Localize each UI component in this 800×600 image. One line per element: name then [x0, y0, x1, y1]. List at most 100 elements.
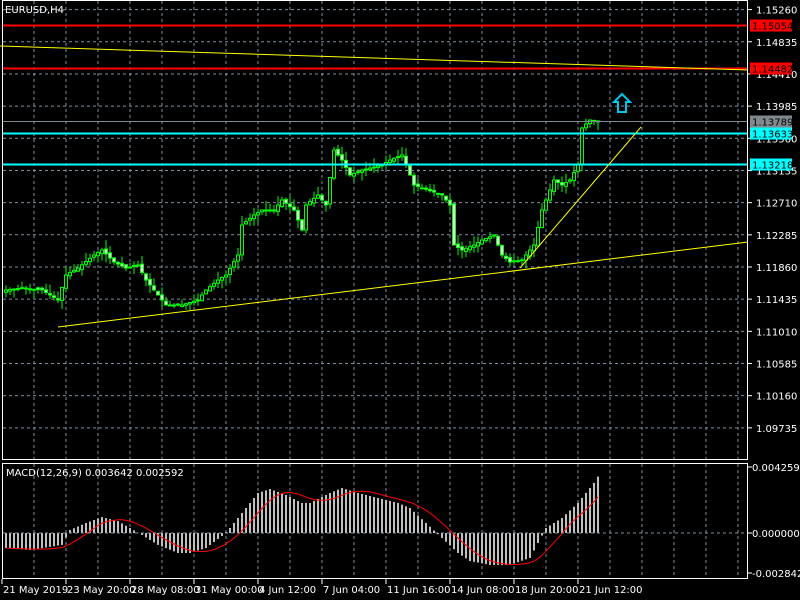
candle-body [144, 273, 148, 281]
candle-body [184, 303, 188, 306]
candle-body [76, 267, 80, 272]
candle-body [388, 159, 392, 163]
candle-body [152, 285, 156, 291]
candle-body [180, 304, 184, 307]
candle-body [512, 260, 516, 263]
candle-body [72, 269, 76, 273]
candle-body [172, 304, 176, 307]
time-tick-label: 28 May 08:00 [131, 585, 200, 596]
candle-body [68, 272, 72, 277]
candle-body [36, 287, 40, 291]
level-tag-label: 1.15054 [752, 22, 793, 33]
price-tick-label: 1.13985 [756, 102, 797, 113]
candle-body [464, 247, 468, 252]
grid [3, 1, 747, 578]
candle-body [224, 274, 228, 278]
candle-body [296, 209, 300, 221]
candle-body [192, 300, 196, 304]
candle-body [448, 199, 452, 206]
candle-body [420, 187, 424, 190]
candle-body [176, 303, 180, 306]
price-tick-label: 1.15260 [756, 6, 797, 17]
time-tick-label: 21 Jun 12:00 [579, 585, 643, 596]
candle-body [540, 209, 544, 229]
candle-body [112, 257, 116, 263]
time-tick-label: 23 May 20:00 [67, 585, 136, 596]
candle-body [28, 288, 32, 291]
macd-axis: 0.004259 0.000000 -0.002842 [748, 463, 800, 580]
candle-body [576, 164, 580, 172]
candle-body [80, 264, 84, 270]
candle-body [468, 246, 472, 251]
candle-body [584, 123, 588, 129]
time-tick-label: 14 Jun 08:00 [451, 585, 515, 596]
candle-body [116, 261, 120, 265]
candle-body [564, 181, 568, 187]
time-tick-label: 7 Jun 04:00 [323, 585, 380, 596]
candle-body [216, 279, 220, 284]
candle-body [508, 257, 512, 263]
level-tag-label: 1.13633 [752, 130, 793, 141]
candle-body [124, 264, 128, 269]
candle-body [220, 277, 224, 281]
candle-body [272, 209, 276, 212]
candle-body [364, 168, 368, 171]
candle-body [544, 199, 548, 211]
symbol-title: EURUSD,H4 [5, 5, 64, 16]
price-tick-label: 1.12710 [756, 199, 797, 210]
candle-body [276, 204, 280, 212]
candle-body [92, 254, 96, 258]
candle-body [504, 255, 508, 260]
candle-body [128, 266, 132, 269]
candle-body [568, 179, 572, 182]
candle-body [520, 259, 524, 262]
candle-body [536, 227, 540, 247]
candle-body [316, 194, 320, 199]
price-tick-label: 1.11860 [756, 263, 797, 274]
candle-body [196, 299, 200, 302]
candle-body [280, 199, 284, 207]
candle-body [60, 286, 64, 301]
time-tick-label: 31 May 00:00 [195, 585, 264, 596]
candle-body [268, 209, 272, 212]
candle-body [460, 246, 464, 251]
candle-body [432, 189, 436, 193]
candle-body [424, 187, 428, 190]
up-arrow-icon[interactable] [611, 92, 633, 113]
price-tick-label: 1.12285 [756, 231, 797, 242]
candle-body [16, 288, 20, 291]
candle-body [232, 261, 236, 268]
trendline-upper[interactable] [0, 45, 749, 71]
candle-body [96, 252, 100, 257]
candle-body [484, 237, 488, 242]
candle-body [560, 182, 564, 186]
price-chart[interactable]: 1.152601.148351.144101.139851.135601.131… [0, 0, 800, 600]
macd-label: MACD(12,26,9) 0.003642 0.002592 [6, 468, 184, 479]
candle-body [228, 267, 232, 275]
macd-tick-label: 0.000000 [752, 529, 800, 540]
candle-body [452, 203, 456, 246]
candle-body [44, 289, 48, 293]
candle-body [476, 242, 480, 247]
candle-body [400, 154, 404, 158]
candle-body [336, 148, 340, 156]
time-axis: 21 May 201923 May 20:0028 May 08:0031 Ma… [1, 579, 643, 596]
candle-body [356, 171, 360, 174]
candle-body [32, 288, 36, 291]
candle-body [164, 300, 168, 306]
time-tick-label: 4 Jun 12:00 [259, 585, 316, 596]
candle-body [200, 294, 204, 302]
candle-body [108, 252, 112, 259]
candle-body [240, 224, 244, 256]
candle-body [312, 197, 316, 204]
candle-body [444, 195, 448, 201]
candle-body [168, 304, 172, 307]
candle-body [392, 157, 396, 162]
candle-body [52, 295, 56, 298]
candle-body [328, 177, 332, 205]
candle-body [548, 189, 552, 201]
candle-body [24, 287, 28, 290]
candle-body [552, 179, 556, 192]
candle-body [496, 235, 500, 246]
candle-body [408, 165, 412, 176]
